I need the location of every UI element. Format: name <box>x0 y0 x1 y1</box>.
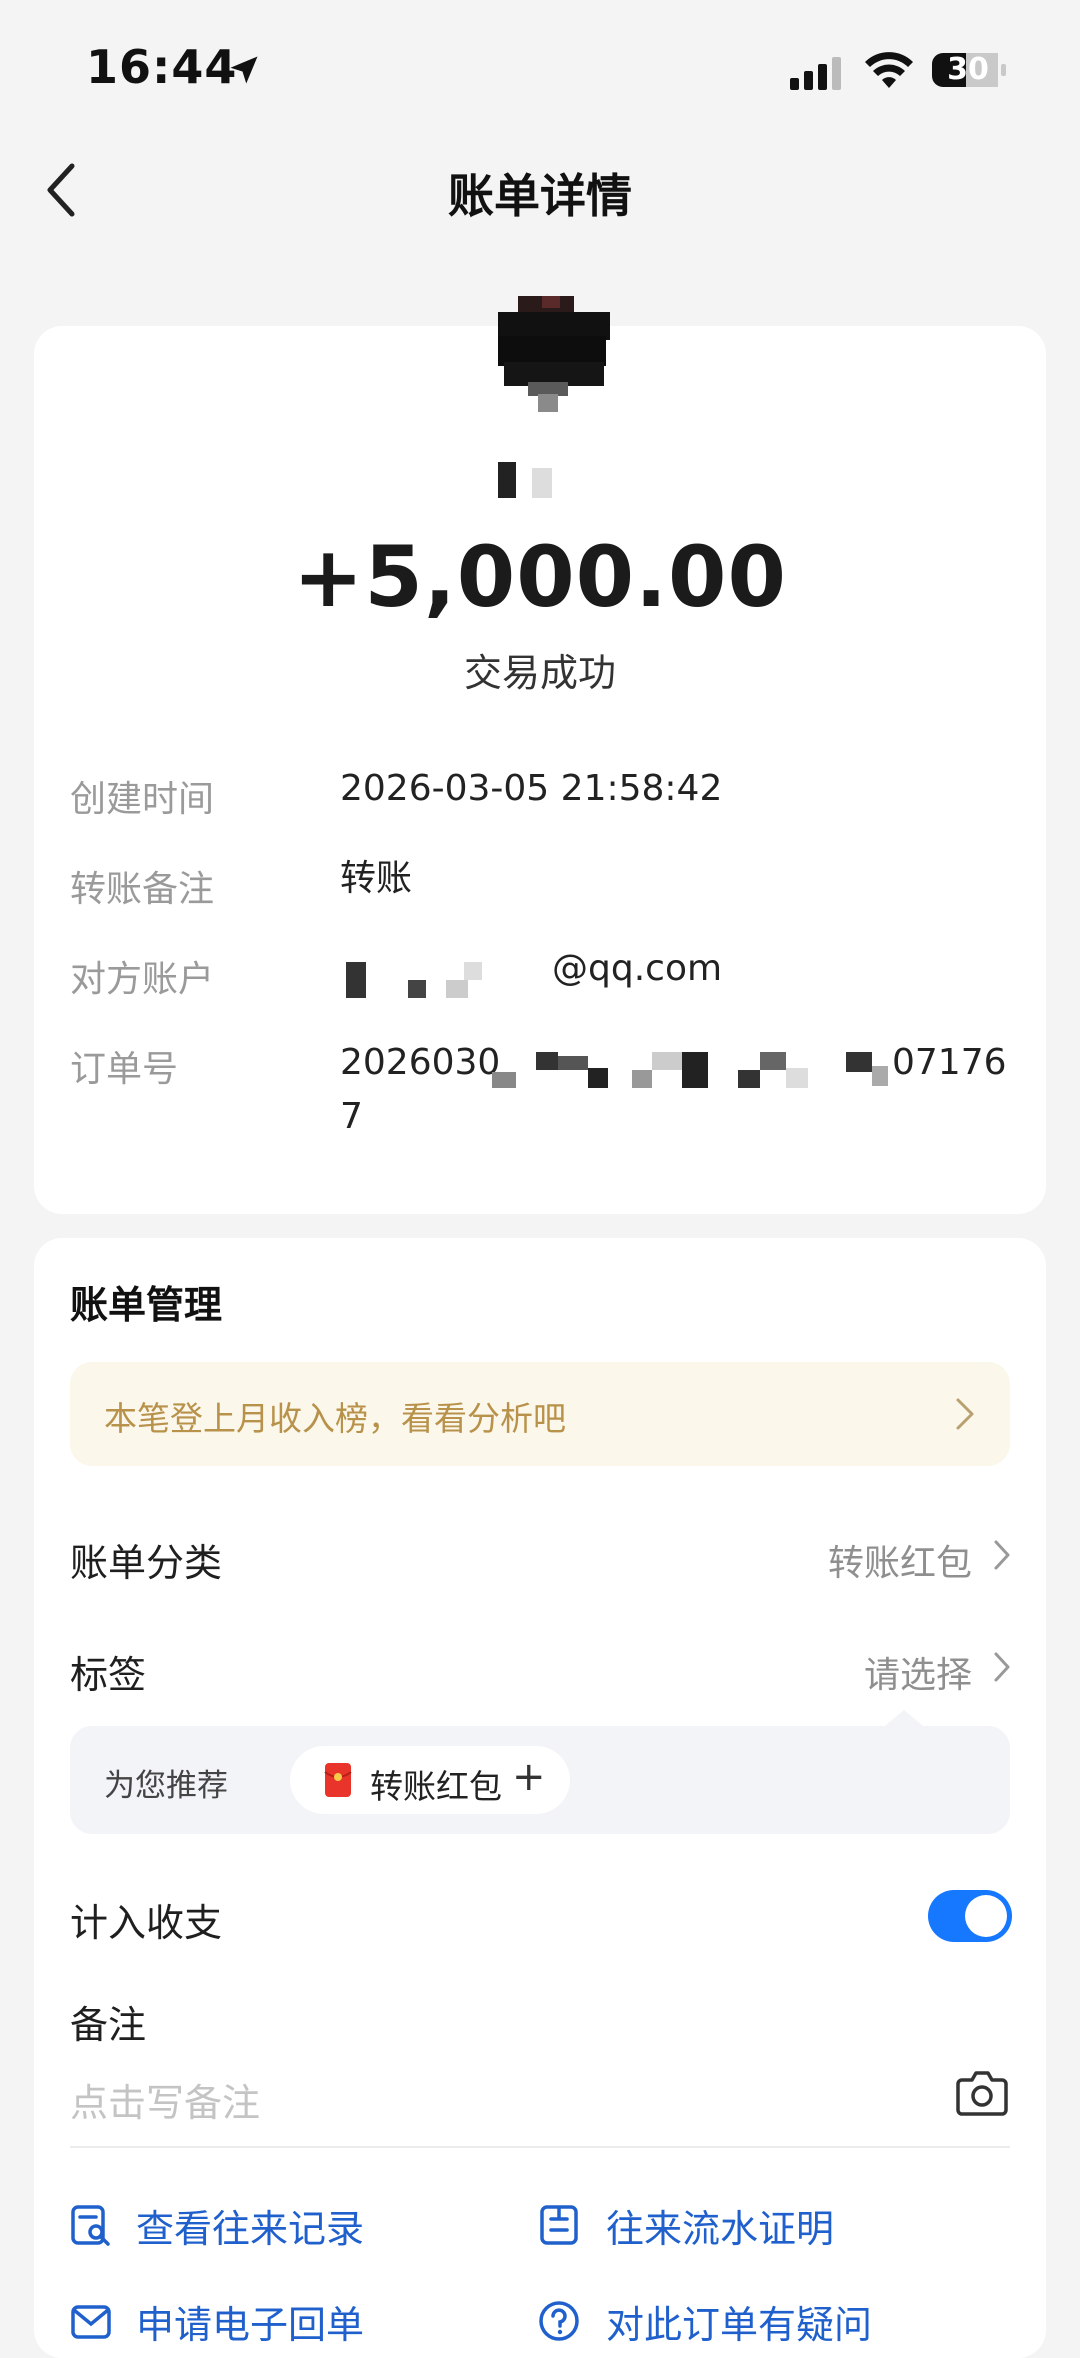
battery-level: 30 <box>947 52 989 87</box>
mail-icon <box>71 2305 111 2339</box>
avatar <box>498 296 610 412</box>
tags-value[interactable]: 请选择 <box>864 1646 972 1698</box>
tag-chip-transfer-redpacket[interactable]: 转账红包 + <box>290 1746 570 1814</box>
status-bar: 16:44 30 <box>0 0 1080 130</box>
chevron-right-icon[interactable] <box>992 1650 1012 1684</box>
counterparty-account-value: @qq.com <box>552 948 723 989</box>
transaction-proof-link[interactable]: 往来流水证明 <box>606 2198 834 2253</box>
e-receipt-link[interactable]: 申请电子回单 <box>136 2294 364 2349</box>
order-number-label: 订单号 <box>70 1049 179 1090</box>
order-number-end: 07176 <box>892 1042 1007 1083</box>
transfer-note-label: 转账备注 <box>70 869 215 910</box>
bill-category-value[interactable]: 转账红包 <box>828 1534 972 1586</box>
income-ranking-text: 本笔登上月收入榜，看看分析吧 <box>104 1399 566 1438</box>
tag-recommendation-box: 为您推荐 转账红包 + <box>70 1726 1010 1834</box>
bill-category-label: 账单分类 <box>70 1541 223 1585</box>
page-title: 账单详情 <box>448 169 632 223</box>
add-tag-icon[interactable]: + <box>512 1754 546 1800</box>
bill-management-title: 账单管理 <box>70 1283 223 1327</box>
divider <box>70 2146 1010 2148</box>
statement-icon <box>540 2205 578 2245</box>
order-number-line2: 7 <box>340 1096 363 1137</box>
chevron-right-icon <box>956 1398 974 1430</box>
status-time: 16:44 <box>86 40 238 94</box>
chevron-right-icon[interactable] <box>992 1538 1012 1572</box>
note-input[interactable]: 点击写备注 <box>70 2072 260 2127</box>
counterparty-name-redacted <box>498 462 552 498</box>
account-redacted <box>346 962 482 998</box>
tags-label: 标签 <box>70 1653 147 1697</box>
order-question-link[interactable]: 对此订单有疑问 <box>606 2294 872 2349</box>
income-ranking-banner[interactable]: 本笔登上月收入榜，看看分析吧 <box>70 1362 1010 1466</box>
recommend-label: 为您推荐 <box>104 1768 228 1804</box>
toggle-knob <box>965 1895 1007 1937</box>
wifi-icon <box>865 52 913 88</box>
camera-icon[interactable] <box>956 2068 1008 2116</box>
question-icon <box>539 2301 579 2341</box>
created-time-label: 创建时间 <box>70 779 215 820</box>
transfer-note-value: 转账 <box>340 858 413 899</box>
transaction-status: 交易成功 <box>463 651 616 695</box>
count-in-label: 计入收支 <box>70 1901 223 1945</box>
location-arrow-icon <box>230 56 258 84</box>
history-search-icon <box>71 2205 110 2246</box>
transaction-amount: +5,000.00 <box>293 528 787 626</box>
order-number-redacted <box>492 1052 888 1088</box>
tag-chip-label: 转账红包 <box>370 1767 502 1806</box>
cellular-signal-icon <box>790 57 841 90</box>
view-history-link[interactable]: 查看往来记录 <box>136 2198 364 2253</box>
red-packet-icon <box>324 1763 352 1797</box>
counterparty-account-label: 对方账户 <box>70 959 215 1000</box>
note-label: 备注 <box>70 2003 147 2047</box>
created-time-value: 2026-03-05 21:58:42 <box>340 768 723 809</box>
count-in-toggle[interactable] <box>928 1890 1012 1942</box>
